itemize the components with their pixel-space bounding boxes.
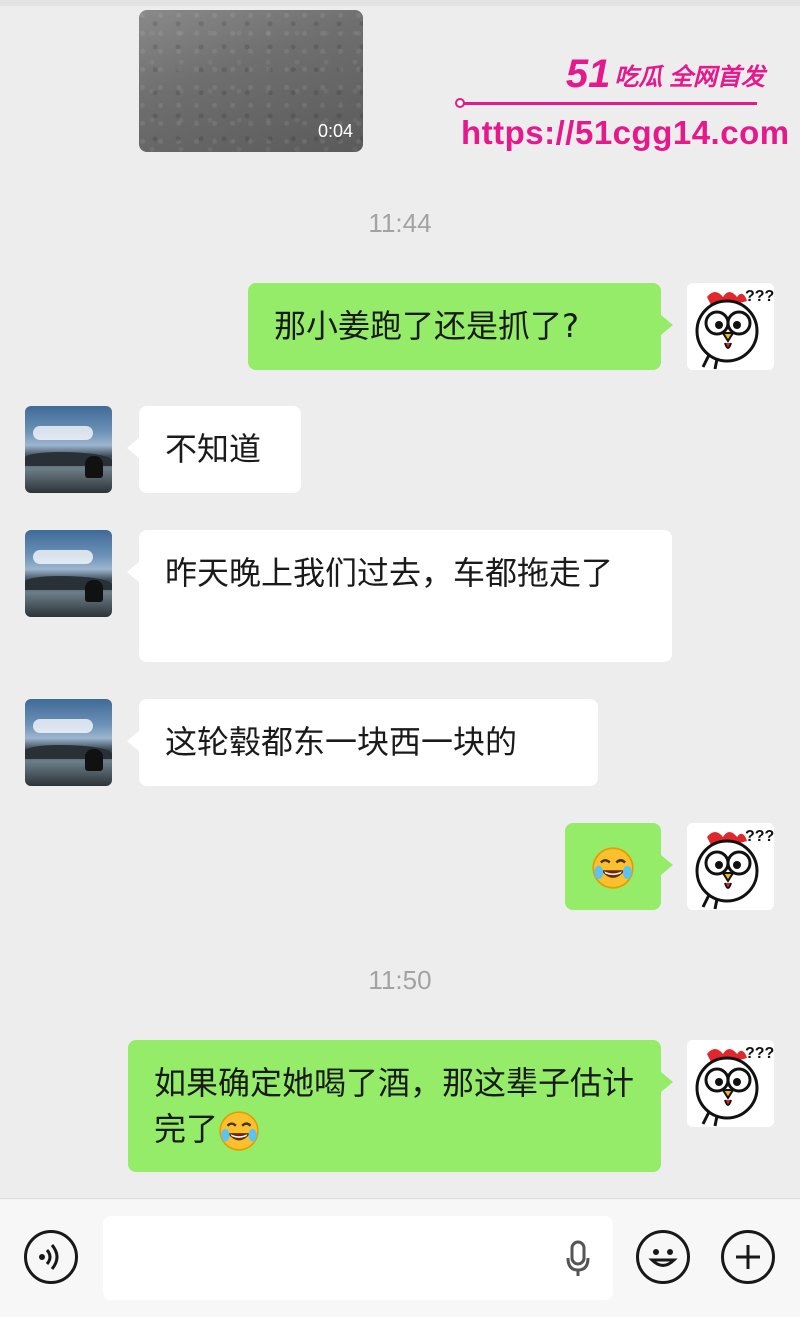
message-bubble-incoming[interactable]: 这轮毂都东一块西一块的 [127, 699, 598, 786]
message-bubble-outgoing[interactable]: 那小姜跑了还是抓了? [248, 283, 673, 370]
message-text: 这轮毂都东一块西一块的 [165, 723, 518, 761]
video-message[interactable]: 0:04 [139, 10, 363, 152]
message-text: 昨天晚上我们过去，车都拖走了 [165, 554, 614, 592]
watermark-tagline: 吃瓜 全网首发 [614, 64, 765, 91]
contact-avatar[interactable] [25, 699, 112, 786]
message-text: 不知道 [165, 430, 262, 468]
voice-icon [39, 1244, 59, 1270]
confused-chicken-avatar-icon [687, 283, 774, 370]
chat-input-bar [0, 1198, 800, 1317]
voice-toggle-button[interactable] [24, 1230, 78, 1284]
contact-avatar[interactable] [25, 530, 112, 617]
message-input[interactable] [103, 1216, 613, 1300]
watermark-dot [455, 98, 465, 108]
emoji-button[interactable] [636, 1230, 690, 1284]
plus-icon [736, 1245, 760, 1269]
confused-chicken-avatar-icon [687, 1040, 774, 1127]
microphone-icon[interactable] [565, 1240, 591, 1278]
self-avatar[interactable] [687, 823, 774, 910]
watermark: 51 吃瓜 全网首发 https://51cgg14.com [455, 52, 789, 162]
message-text: 那小姜跑了还是抓了? [274, 307, 579, 345]
laughing-crying-emoji-icon [591, 846, 635, 890]
self-avatar[interactable] [687, 283, 774, 370]
more-button[interactable] [721, 1230, 775, 1284]
contact-avatar[interactable] [25, 406, 112, 493]
watermark-url: https://51cgg14.com [461, 114, 790, 151]
chat-screen: 0:04 51 吃瓜 全网首发 https://51cgg14.com 11:44… [0, 0, 800, 1317]
confused-chicken-avatar-icon [687, 823, 774, 910]
video-duration: 0:04 [317, 121, 353, 141]
watermark-number: 51 [565, 52, 611, 96]
timestamp: 11:50 [368, 965, 432, 995]
self-avatar[interactable] [687, 1040, 774, 1127]
message-bubble-outgoing[interactable] [565, 823, 673, 910]
message-bubble-outgoing[interactable]: 如果确定她喝了酒，那这辈子估计完了 [128, 1040, 673, 1172]
watermark-line [457, 102, 757, 105]
status-area-edge [0, 0, 800, 6]
timestamp: 11:44 [368, 208, 432, 238]
laughing-crying-emoji-icon [218, 1110, 260, 1152]
emoji-icon [648, 1249, 678, 1267]
watermark-brand: 51 吃瓜 全网首发 [566, 52, 765, 97]
message-bubble-incoming[interactable]: 不知道 [127, 406, 301, 493]
message-bubble-incoming[interactable]: 昨天晚上我们过去，车都拖走了 [127, 530, 672, 662]
